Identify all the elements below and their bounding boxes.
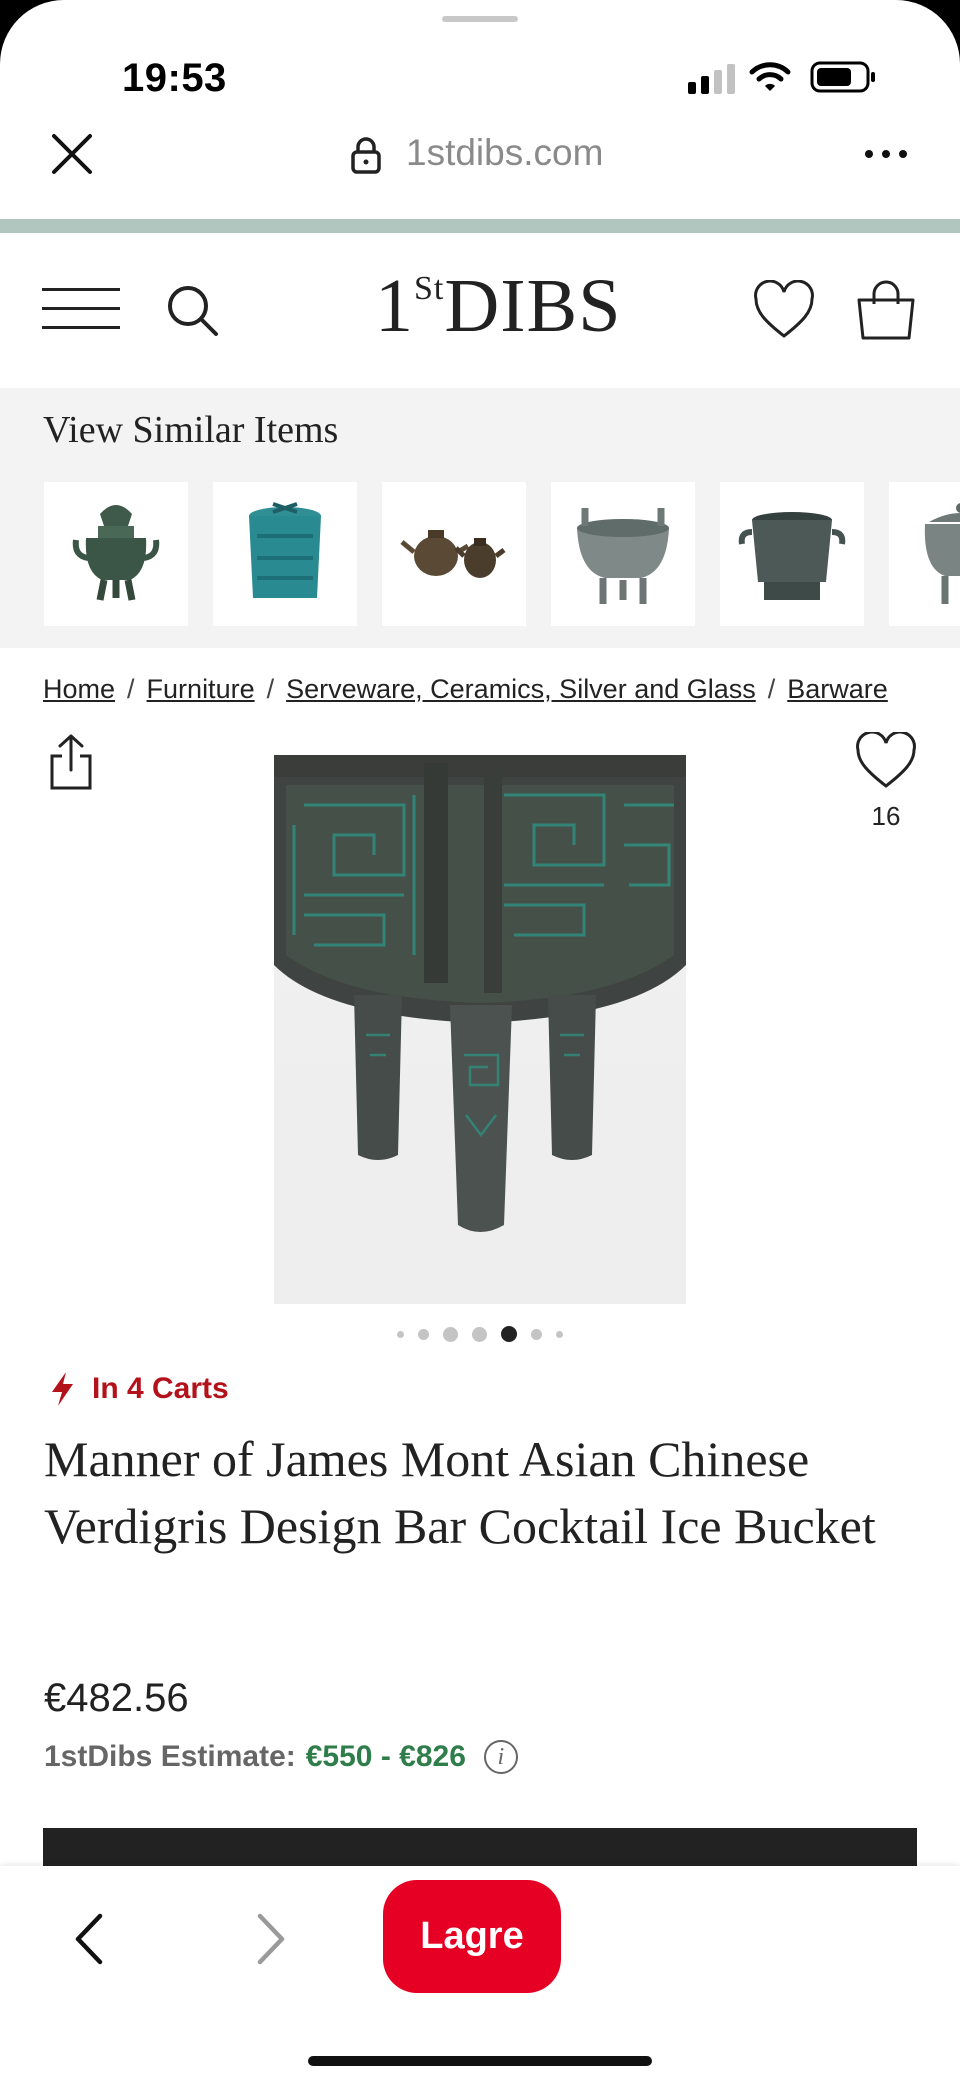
breadcrumb-barware[interactable]: Barware [787, 674, 888, 704]
heart-icon [856, 730, 916, 788]
logo-one: 1 [375, 264, 414, 348]
back-arrow-icon[interactable] [70, 1910, 110, 1968]
shopping-bag-icon[interactable] [855, 280, 917, 342]
page-dot[interactable] [556, 1330, 563, 1338]
battery-icon [810, 61, 875, 93]
favorites-heart-icon[interactable] [752, 280, 816, 340]
phone-screen: 19:53 1stdibs.com 1StDIBS View Similar I… [0, 0, 960, 2087]
search-icon[interactable] [164, 282, 222, 340]
product-price: €482.56 [44, 1676, 189, 1720]
similar-thumb-teapots[interactable] [382, 482, 526, 626]
page-dot[interactable] [418, 1328, 429, 1340]
product-title: Manner of James Mont Asian Chinese Verdi… [44, 1431, 876, 1554]
add-to-cart-bar[interactable] [43, 1828, 917, 1868]
site-logo[interactable]: 1StDIBS [375, 268, 622, 344]
color-strip [0, 219, 960, 233]
home-indicator[interactable] [308, 2056, 652, 2066]
in-carts-badge: In 4 Carts [48, 1370, 229, 1408]
favorite-toggle[interactable]: 16 [852, 730, 920, 832]
similar-thumb-bronze-urn[interactable] [720, 482, 864, 626]
status-time: 19:53 [122, 56, 227, 100]
page-dot[interactable] [531, 1328, 542, 1340]
price-estimate: 1stDibs Estimate: €550 - €826 i [44, 1740, 518, 1774]
page-dot[interactable] [443, 1326, 458, 1342]
lock-icon [351, 137, 381, 174]
page-dot[interactable] [472, 1326, 487, 1342]
favorite-count: 16 [871, 801, 901, 831]
similar-thumb-lidded-vessel[interactable] [889, 482, 960, 626]
breadcrumb-serveware[interactable]: Serveware, Ceramics, Silver and Glass [286, 674, 756, 704]
page-dot-active[interactable] [501, 1326, 517, 1342]
estimate-label: 1stDibs Estimate: [44, 1740, 296, 1773]
logo-dibs: DIBS [444, 264, 622, 348]
wifi-icon [749, 62, 791, 91]
save-button[interactable]: Lagre [383, 1880, 561, 1993]
estimate-range: €550 - €826 [305, 1740, 466, 1773]
breadcrumb-home[interactable]: Home [43, 674, 115, 704]
similar-thumb-tripod-bowl[interactable] [551, 482, 695, 626]
similar-items-carousel[interactable] [44, 482, 960, 626]
forward-arrow-icon[interactable] [250, 1910, 290, 1968]
url-text[interactable]: 1stdibs.com [406, 132, 603, 174]
info-icon[interactable]: i [483, 1740, 518, 1774]
more-options-icon[interactable] [865, 150, 907, 158]
page-dot[interactable] [397, 1330, 404, 1338]
menu-icon[interactable] [42, 288, 120, 345]
lightning-icon [52, 1372, 73, 1406]
similar-thumb-verdigris-bucket[interactable] [213, 482, 357, 626]
cellular-signal-icon [688, 62, 735, 94]
similar-items-title: View Similar Items [43, 409, 339, 451]
breadcrumb: Home / Furniture / Serveware, Ceramics, Silv… [43, 674, 888, 704]
image-pagination[interactable] [0, 1326, 960, 1342]
logo-st: St [414, 270, 445, 307]
close-icon[interactable] [50, 132, 94, 176]
in-carts-text: In 4 Carts [92, 1372, 229, 1405]
product-image[interactable] [274, 755, 686, 1304]
breadcrumb-furniture[interactable]: Furniture [147, 674, 255, 704]
share-icon[interactable] [48, 732, 94, 792]
similar-thumb-incense-burner[interactable] [44, 482, 188, 626]
